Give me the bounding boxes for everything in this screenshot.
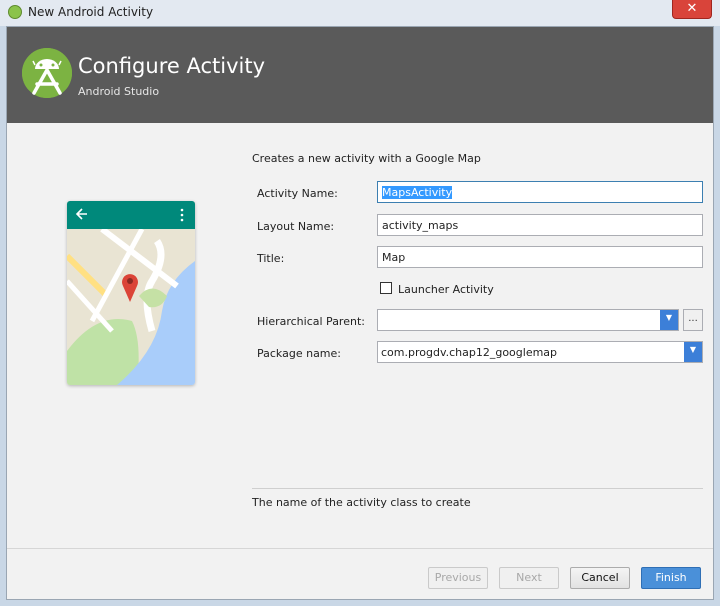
launcher-activity-label[interactable]: Launcher Activity	[398, 283, 494, 296]
page-title: Configure Activity	[78, 54, 265, 78]
package-name-select[interactable]: com.progdv.chap12_googlemap ▼	[377, 341, 703, 363]
dropdown-arrow-icon[interactable]: ▼	[684, 342, 702, 362]
package-name-value: com.progdv.chap12_googlemap	[381, 346, 558, 359]
activity-name-input[interactable]: MapsActivity	[377, 181, 703, 203]
field-hint: The name of the activity class to create	[252, 496, 471, 509]
header-banner: Configure Activity Android Studio	[7, 27, 713, 123]
hierarchical-parent-select[interactable]: ▼	[377, 309, 679, 331]
launcher-activity-checkbox[interactable]	[380, 282, 392, 294]
hierarchical-parent-label: Hierarchical Parent:	[257, 315, 365, 328]
back-arrow-icon	[75, 206, 89, 225]
activity-name-value: MapsActivity	[382, 186, 453, 199]
map-pin-icon	[120, 271, 140, 307]
page-subtitle: Android Studio	[78, 85, 160, 98]
title-input[interactable]: Map	[377, 246, 703, 268]
android-studio-small-icon	[8, 5, 22, 19]
title-bar[interactable]: New Android Activity ✕	[0, 0, 720, 26]
package-name-label: Package name:	[257, 347, 341, 360]
activity-name-label: Activity Name:	[257, 187, 338, 200]
android-studio-logo-icon	[22, 48, 72, 98]
cancel-button[interactable]: Cancel	[570, 567, 630, 589]
close-button[interactable]: ✕	[672, 0, 712, 19]
title-label: Title:	[257, 252, 285, 265]
browse-parent-button[interactable]: ...	[683, 309, 703, 331]
layout-name-label: Layout Name:	[257, 220, 335, 233]
dialog-window: New Android Activity ✕ Configure Activit…	[0, 0, 720, 606]
dialog-content: Configure Activity Android Studio Create…	[6, 26, 714, 600]
next-button[interactable]: Next	[499, 567, 559, 589]
map-activity-preview	[67, 201, 195, 385]
window-title: New Android Activity	[28, 5, 154, 19]
hint-divider	[252, 488, 703, 489]
dropdown-arrow-icon[interactable]: ▼	[660, 310, 678, 330]
finish-button[interactable]: Finish	[641, 567, 701, 589]
close-icon: ✕	[686, 1, 698, 16]
layout-name-input[interactable]: activity_maps	[377, 214, 703, 236]
overflow-menu-icon	[179, 207, 185, 226]
previous-button[interactable]: Previous	[428, 567, 488, 589]
form-description: Creates a new activity with a Google Map	[252, 152, 481, 165]
footer-divider	[7, 548, 713, 549]
